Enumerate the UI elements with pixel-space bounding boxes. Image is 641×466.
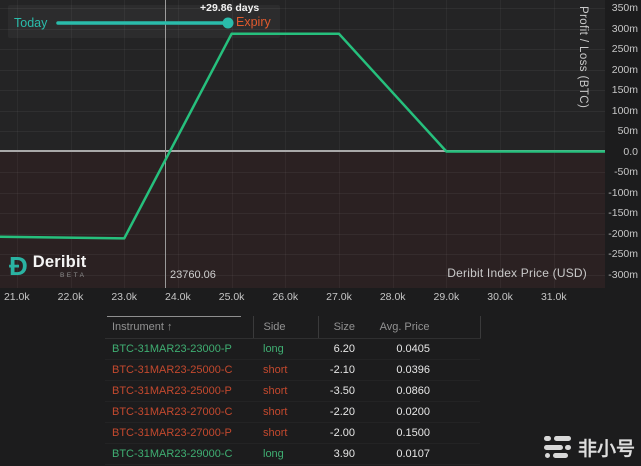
expiry-label[interactable]: Expiry bbox=[236, 15, 271, 29]
column-header-size[interactable]: Size bbox=[318, 316, 363, 338]
x-axis-labels: 21.0k 22.0k 23.0k 24.0k 25.0k 26.0k 27.0k 28.0k… bbox=[0, 291, 641, 307]
today-label: Today bbox=[14, 16, 47, 30]
y-tick-label: -50m bbox=[614, 166, 638, 178]
side-cell: short bbox=[253, 401, 318, 422]
positions-tbody: BTC-31MAR23-23000-Plong6.200.0405BTC-31M… bbox=[105, 338, 480, 464]
deribit-logo: Ð Deribit BETA bbox=[9, 253, 86, 280]
position-row: BTC-31MAR23-27000-Cshort-2.200.0200 bbox=[105, 401, 480, 422]
size-cell: -2.20 bbox=[318, 401, 363, 422]
y-tick-label: -100m bbox=[608, 187, 638, 199]
chart-canvas bbox=[0, 0, 605, 288]
instrument-cell: BTC-31MAR23-25000-P bbox=[105, 380, 253, 401]
position-row: BTC-31MAR23-25000-Cshort-2.100.0396 bbox=[105, 359, 480, 380]
avg-price-cell: 0.0860 bbox=[363, 380, 480, 401]
instrument-cell: BTC-31MAR23-25000-C bbox=[105, 359, 253, 380]
instrument-cell: BTC-31MAR23-23000-P bbox=[105, 338, 253, 359]
avg-price-cell: 0.0107 bbox=[363, 443, 480, 464]
position-row: BTC-31MAR23-27000-Pshort-2.000.1500 bbox=[105, 422, 480, 443]
y-tick-label: 350m bbox=[612, 2, 638, 14]
deribit-beta-tag: BETA bbox=[33, 272, 87, 279]
x-tick-label: 31.0k bbox=[541, 291, 567, 303]
y-tick-label: 0.0 bbox=[623, 146, 638, 158]
size-cell: 3.90 bbox=[318, 443, 363, 464]
instrument-cell: BTC-31MAR23-29000-C bbox=[105, 443, 253, 464]
x-tick-label: 21.0k bbox=[4, 291, 30, 303]
side-cell: short bbox=[253, 422, 318, 443]
x-axis-title: Deribit Index Price (USD) bbox=[447, 266, 587, 280]
x-tick-label: 24.0k bbox=[165, 291, 191, 303]
y-tick-label: -300m bbox=[608, 269, 638, 281]
size-cell: -2.10 bbox=[318, 359, 363, 380]
days-to-expiry-label: +29.86 days bbox=[200, 2, 259, 14]
x-tick-label: 28.0k bbox=[380, 291, 406, 303]
y-tick-label: 50m bbox=[618, 125, 638, 137]
deribit-logo-text: Deribit bbox=[33, 253, 87, 272]
y-tick-label: 200m bbox=[612, 64, 638, 76]
side-cell: long bbox=[253, 443, 318, 464]
y-tick-label: -250m bbox=[608, 248, 638, 260]
y-tick-label: 150m bbox=[612, 84, 638, 96]
side-cell: short bbox=[253, 359, 318, 380]
sort-ascending-icon: ↑ bbox=[167, 321, 173, 333]
column-header-avg-price[interactable]: Avg. Price bbox=[363, 316, 480, 338]
x-tick-label: 30.0k bbox=[487, 291, 513, 303]
column-header-side[interactable]: Side bbox=[253, 316, 318, 338]
size-cell: -2.00 bbox=[318, 422, 363, 443]
position-row: BTC-31MAR23-25000-Pshort-3.500.0860 bbox=[105, 380, 480, 401]
instrument-cell: BTC-31MAR23-27000-P bbox=[105, 422, 253, 443]
position-row: BTC-31MAR23-23000-Plong6.200.0405 bbox=[105, 338, 480, 359]
x-tick-label: 22.0k bbox=[58, 291, 84, 303]
positions-table: Instrument ↑ Side Size Avg. Price BTC-31… bbox=[105, 316, 480, 465]
expiry-slider-handle bbox=[223, 18, 234, 29]
x-tick-label: 23.0k bbox=[111, 291, 137, 303]
size-cell: 6.20 bbox=[318, 338, 363, 359]
y-axis-labels: 350m 300m 250m 200m 150m 100m 50m 0.0 -50m -100m -… bbox=[605, 0, 641, 288]
avg-price-cell: 0.0396 bbox=[363, 359, 480, 380]
avg-price-cell: 0.0405 bbox=[363, 338, 480, 359]
expiry-pl-line bbox=[0, 34, 605, 239]
avg-price-cell: 0.0200 bbox=[363, 401, 480, 422]
y-axis-title: Profit / Loss (BTC) bbox=[577, 6, 589, 108]
feixiaohao-icon bbox=[544, 436, 571, 459]
y-tick-label: 250m bbox=[612, 43, 638, 55]
index-price-value: 23760.06 bbox=[170, 269, 216, 281]
instrument-cell: BTC-31MAR23-27000-C bbox=[105, 401, 253, 422]
position-row: BTC-31MAR23-29000-Clong3.900.0107 bbox=[105, 443, 480, 464]
size-cell: -3.50 bbox=[318, 380, 363, 401]
y-tick-label: -200m bbox=[608, 228, 638, 240]
avg-price-cell: 0.1500 bbox=[363, 422, 480, 443]
y-tick-label: -150m bbox=[608, 207, 638, 219]
x-tick-label: 27.0k bbox=[326, 291, 352, 303]
pl-chart-plot-area[interactable]: Today Expiry +29.86 days 23760.06 Deribi… bbox=[0, 0, 605, 288]
feixiaohao-watermark: 非小号 bbox=[544, 434, 635, 461]
column-header-instrument[interactable]: Instrument ↑ bbox=[105, 316, 253, 338]
side-cell: short bbox=[253, 380, 318, 401]
watermark-text: 非小号 bbox=[578, 434, 635, 461]
x-tick-label: 25.0k bbox=[219, 291, 245, 303]
table-header-row: Instrument ↑ Side Size Avg. Price bbox=[105, 316, 480, 338]
y-tick-label: 100m bbox=[612, 105, 638, 117]
x-tick-label: 26.0k bbox=[272, 291, 298, 303]
deribit-d-icon: Ð bbox=[9, 253, 28, 280]
y-tick-label: 300m bbox=[612, 23, 638, 35]
x-tick-label: 29.0k bbox=[434, 291, 460, 303]
side-cell: long bbox=[253, 338, 318, 359]
